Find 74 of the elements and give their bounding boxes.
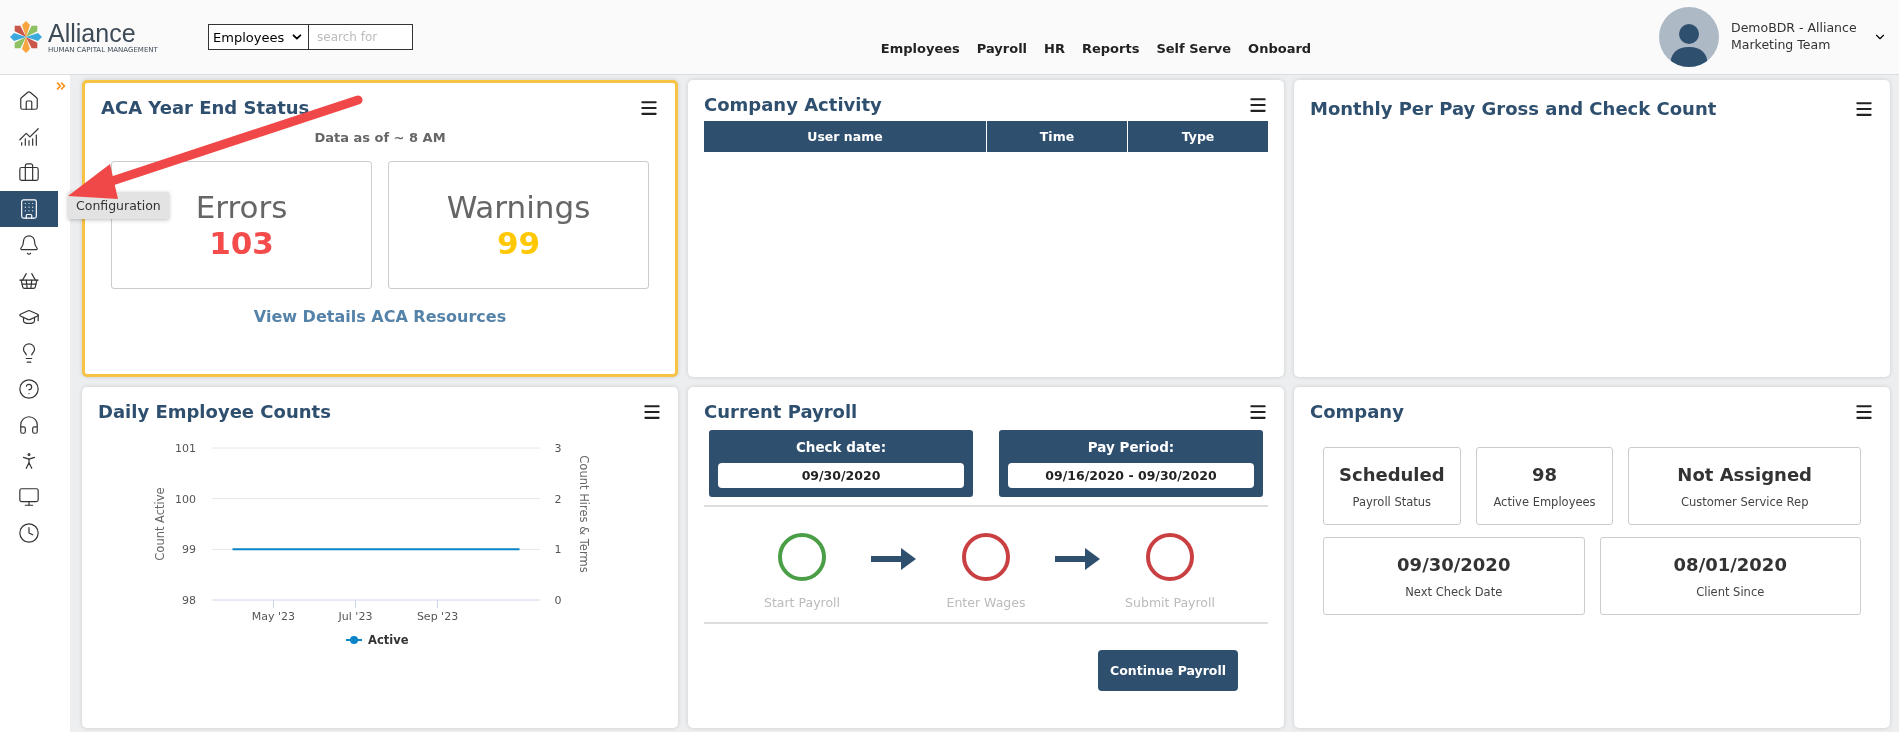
details-link[interactable]: View Details ACA Resources [253, 307, 507, 326]
stat-value: Scheduled [1339, 463, 1445, 485]
stat-label: Next Check Date [1405, 584, 1503, 599]
card-title: Current Payroll [704, 401, 858, 422]
nav-link[interactable]: Onboard [1248, 40, 1312, 56]
search-scope-select[interactable]: Employees [208, 24, 309, 50]
home-icon [18, 90, 40, 112]
tooltip: Configuration [68, 192, 169, 219]
stat-value: 98 [1531, 463, 1558, 485]
info-value: 09/16/2020 - 09/30/2020 [1008, 463, 1254, 488]
stat-value: 08/01/2020 [1673, 553, 1787, 575]
y-tick-label: 0 [554, 594, 562, 607]
stat-value: 09/30/2020 [1397, 553, 1511, 575]
legend-marker [345, 636, 363, 644]
building-icon [18, 198, 40, 220]
card-title: ACA Year End Status [101, 97, 310, 118]
bell-icon [18, 234, 40, 256]
y-axis-title: Count Active [153, 487, 167, 561]
help-icon [18, 378, 40, 400]
tile-count: 99 [496, 225, 541, 261]
line-chart-icon [18, 126, 40, 148]
y-axis-title: Count Hires & Terms [577, 455, 591, 573]
step-label: Submit Payroll [1125, 595, 1215, 610]
card-title: Company [1310, 401, 1404, 422]
stat-label: Customer Service Rep [1680, 494, 1809, 509]
arrow-right-icon [871, 547, 917, 571]
clock-icon [18, 522, 40, 544]
info-value: 09/30/2020 [718, 463, 964, 488]
info-label: Check date: [795, 439, 887, 455]
y-tick-label: 100 [175, 492, 196, 506]
step-label: Start Payroll [764, 595, 840, 610]
nav-link[interactable]: Self Serve [1156, 40, 1232, 56]
data-timestamp: Data as of ~ 8 AM [313, 130, 447, 145]
y-tick-label: 3 [554, 442, 562, 455]
nav-link[interactable]: Reports [1081, 40, 1140, 56]
continue-payroll-button[interactable]: Continue Payroll [1098, 650, 1238, 691]
headphones-icon [18, 414, 40, 436]
logo-icon [8, 19, 44, 55]
basket-icon [18, 270, 40, 292]
step-label: Enter Wages [946, 595, 1026, 610]
arrow-right-icon [1055, 547, 1101, 571]
sidebar-item[interactable] [0, 191, 58, 227]
column-header[interactable]: User name [704, 121, 986, 152]
monitor-icon [18, 486, 40, 508]
tile-label: Errors [195, 189, 288, 225]
column-header[interactable]: Time [986, 121, 1127, 152]
info-label: Pay Period: [1087, 439, 1175, 455]
avatar-icon[interactable] [1659, 7, 1719, 67]
user-name[interactable]: DemoBDR - Alliance Marketing Team [1731, 20, 1861, 54]
tile-label: Warnings [446, 189, 591, 225]
stat-label: Client Since [1696, 584, 1765, 599]
briefcase-icon [18, 162, 40, 184]
stat-value: Not Assigned [1677, 463, 1812, 485]
nav-link[interactable]: Employees [880, 40, 960, 56]
card-title: Company Activity [704, 94, 882, 115]
y-tick-label: 2 [554, 492, 562, 506]
x-tick-label: May '23 [251, 610, 296, 623]
nav-link[interactable]: HR [1044, 40, 1065, 56]
card-title: Daily Employee Counts [98, 401, 331, 422]
stat-label: Active Employees [1493, 494, 1596, 509]
y-tick-label: 1 [554, 543, 562, 557]
card-title: Monthly Per Pay Gross and Check Count [1310, 98, 1717, 119]
y-tick-label: 99 [182, 543, 196, 557]
stat-label: Payroll Status [1352, 494, 1432, 509]
search-field[interactable]: search for [309, 24, 413, 50]
y-tick-label: 98 [182, 594, 196, 607]
logo-wordmark: Alliance [48, 20, 136, 46]
column-header[interactable]: Type [1127, 121, 1268, 152]
legend-label[interactable]: Active [368, 633, 409, 647]
nav-link[interactable]: Payroll [976, 40, 1028, 56]
x-tick-label: Jul '23 [338, 610, 373, 623]
y-tick-label: 101 [175, 442, 196, 455]
tile-count: 103 [209, 225, 274, 261]
x-tick-label: Sep '23 [416, 610, 459, 623]
